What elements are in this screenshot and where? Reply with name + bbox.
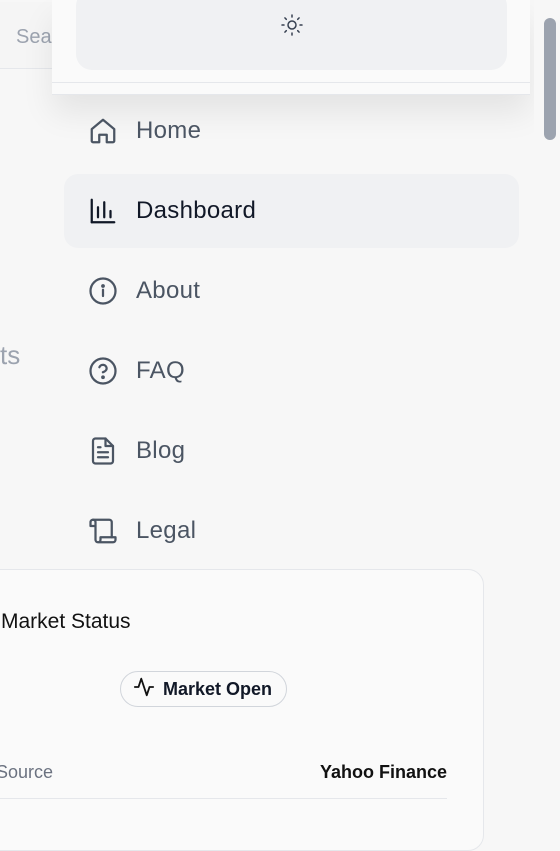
sun-icon [280, 13, 304, 37]
nav-item-legal[interactable]: Legal [64, 494, 519, 568]
nav-item-label: FAQ [136, 357, 185, 384]
nav-item-dashboard[interactable]: Dashboard [64, 174, 519, 248]
nav-item-about[interactable]: About [64, 254, 519, 328]
nav-item-label: Home [136, 117, 202, 144]
data-source-value: Yahoo Finance [319, 762, 447, 782]
activity-icon [133, 676, 155, 703]
nav-item-label: Legal [136, 517, 197, 544]
market-open-label: Market Open [163, 678, 273, 699]
info-icon [88, 276, 118, 306]
bar-chart-icon [88, 196, 118, 226]
nav-item-home[interactable]: Home [64, 94, 519, 168]
nav-item-label: Dashboard [136, 197, 257, 224]
mobile-menu-header [52, 0, 530, 95]
market-open-badge: Market Open [120, 671, 288, 707]
search-input[interactable]: Sea [0, 2, 52, 69]
market-status-card: Market Status Market Open n Source Yahoo… [0, 569, 484, 851]
data-source-row: n Source Yahoo Finance [0, 760, 447, 799]
theme-toggle-button[interactable] [76, 0, 507, 70]
help-circle-icon [88, 356, 118, 386]
data-source-label: n Source [0, 762, 54, 782]
market-status-title: Market Status [1, 610, 131, 633]
scrollbar-thumb[interactable] [544, 18, 556, 140]
nav-item-label: Blog [136, 437, 186, 464]
menu-divider [52, 82, 530, 83]
home-icon [88, 116, 118, 146]
nav-item-faq[interactable]: FAQ [64, 334, 519, 408]
nav-item-blog[interactable]: Blog [64, 414, 519, 488]
search-placeholder: Sea [16, 26, 52, 48]
page-scrollbar[interactable] [534, 0, 560, 822]
nav-item-label: About [136, 277, 201, 304]
scroll-icon [88, 516, 118, 546]
section-heading-fragment: ts [0, 340, 21, 370]
mobile-nav-list: Home Dashboard About FAQ Blog Legal [64, 94, 519, 574]
file-text-icon [88, 436, 118, 466]
